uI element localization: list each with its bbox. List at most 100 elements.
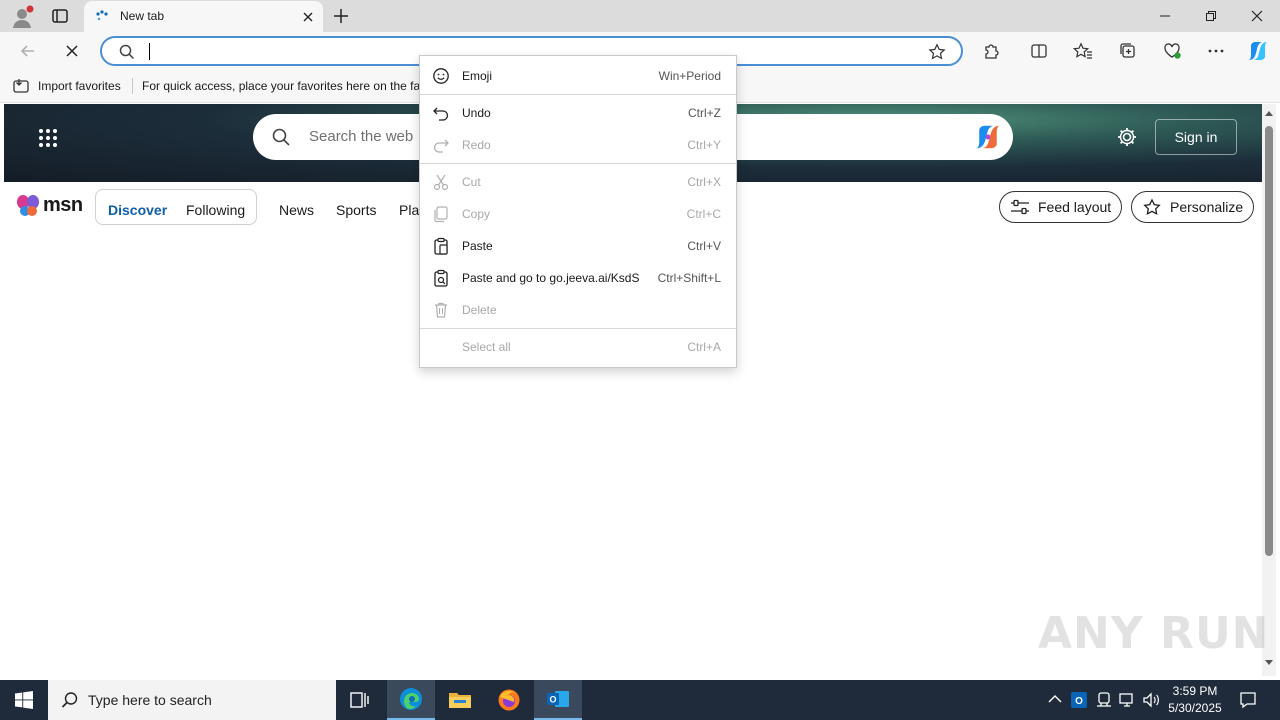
outlook-icon: O: [547, 691, 569, 707]
volume-icon[interactable]: [1142, 692, 1160, 708]
menu-label-delete: Delete: [462, 303, 497, 317]
favorites-icon[interactable]: [1067, 35, 1099, 67]
paste-and-go-icon: [434, 269, 448, 287]
undo-icon: [433, 107, 449, 121]
close-window-button[interactable]: [1234, 0, 1280, 32]
taskbar-outlook[interactable]: O: [534, 680, 582, 720]
svg-text:O: O: [1075, 696, 1083, 707]
taskbar-search-box[interactable]: Type here to search: [48, 680, 336, 720]
stop-loading-button[interactable]: [56, 35, 88, 67]
sign-in-button[interactable]: Sign in: [1155, 119, 1237, 155]
clock-date: 5/30/2025: [1168, 701, 1222, 715]
menu-shortcut-cut: Ctrl+X: [687, 175, 721, 189]
favorites-divider: [132, 78, 133, 94]
windows-logo-icon: [15, 691, 33, 709]
anyrun-watermark: ANY RUN: [1038, 608, 1270, 659]
personalize-button[interactable]: Personalize: [1131, 191, 1255, 223]
menu-shortcut-redo: Ctrl+Y: [687, 138, 721, 152]
tab-following[interactable]: Following: [186, 202, 245, 218]
msn-butterfly-icon: [17, 195, 39, 216]
nav-sports[interactable]: Sports: [336, 202, 376, 218]
scroll-down-arrow-icon[interactable]: [1265, 660, 1273, 666]
scrollbar-thumb[interactable]: [1265, 126, 1273, 556]
menu-item-copy: Copy Ctrl+C: [420, 198, 736, 230]
more-menu-icon[interactable]: [1200, 35, 1232, 67]
show-hidden-icons-chevron-icon[interactable]: [1048, 694, 1062, 704]
text-caret: [149, 43, 150, 60]
menu-shortcut-copy: Ctrl+C: [686, 207, 721, 221]
menu-item-paste-and-go[interactable]: Paste and go to go.jeeva.ai/KsdS Ctrl+Sh…: [420, 262, 736, 294]
taskbar-firefox[interactable]: [485, 680, 533, 720]
menu-item-redo: Redo Ctrl+Y: [420, 129, 736, 161]
msn-logo[interactable]: msn: [16, 192, 96, 222]
sparkle-star-icon: [1143, 198, 1161, 215]
notifications-icon[interactable]: [1239, 691, 1257, 709]
menu-label-select-all: Select all: [462, 340, 511, 354]
menu-label-paste-and-go: Paste and go to go.jeeva.ai/KsdS: [462, 271, 640, 285]
taskbar-clock[interactable]: 3:59 PM 5/30/2025: [1163, 683, 1227, 717]
back-button[interactable]: [12, 35, 44, 67]
page-scrollbar[interactable]: [1262, 104, 1276, 676]
restore-button[interactable]: [1188, 0, 1234, 32]
favorite-star-icon[interactable]: [928, 43, 946, 61]
menu-label-undo: Undo: [462, 106, 491, 120]
taskbar-edge[interactable]: [387, 680, 435, 720]
tab-discover[interactable]: Discover: [108, 202, 167, 218]
import-favorites-icon[interactable]: [13, 78, 31, 94]
windows-taskbar: Type here to search O O 3:59 PM 5/30/202…: [0, 680, 1280, 720]
outlook-tray-icon[interactable]: O: [1071, 692, 1087, 708]
scroll-up-arrow-icon[interactable]: [1265, 110, 1273, 116]
extensions-icon[interactable]: [975, 35, 1007, 67]
menu-item-select-all: Select all Ctrl+A: [420, 331, 736, 363]
folder-icon: [449, 693, 471, 708]
close-tab-icon[interactable]: [300, 9, 316, 25]
taskbar-search-placeholder: Type here to search: [88, 692, 212, 708]
minimize-button[interactable]: [1142, 0, 1188, 32]
settings-gear-icon[interactable]: [1116, 126, 1138, 148]
start-button[interactable]: [0, 680, 48, 720]
favorites-hint: For quick access, place your favorites h…: [142, 79, 427, 93]
collections-icon[interactable]: [1112, 35, 1144, 67]
menu-label-copy: Copy: [462, 207, 491, 221]
network-icon[interactable]: [1119, 692, 1135, 708]
paste-icon: [434, 237, 448, 255]
taskbar-file-explorer[interactable]: [436, 680, 484, 720]
edge-icon: [400, 688, 422, 710]
loading-tab-icon: [94, 9, 110, 25]
clock-time: 3:59 PM: [1172, 684, 1218, 698]
device-tray-icon[interactable]: [1096, 692, 1112, 708]
tab-actions-icon[interactable]: [50, 6, 70, 26]
menu-shortcut-emoji: Win+Period: [658, 69, 721, 83]
menu-item-cut: Cut Ctrl+X: [420, 166, 736, 198]
context-menu: Emoji Win+Period Undo Ctrl+Z Redo Ctrl+Y…: [419, 55, 737, 368]
msn-search-placeholder: Search the web: [309, 128, 414, 145]
profile-avatar-icon[interactable]: [10, 5, 34, 29]
taskbar-search-icon: [61, 692, 78, 708]
tab-new-tab[interactable]: New tab: [84, 1, 323, 32]
task-view-button[interactable]: [336, 680, 384, 720]
sliders-icon: [1011, 199, 1029, 215]
menu-shortcut-undo: Ctrl+Z: [688, 106, 721, 120]
feed-layout-label: Feed layout: [1038, 199, 1112, 215]
menu-label-paste: Paste: [462, 239, 493, 253]
menu-separator: [420, 328, 736, 329]
tab-strip: New tab: [0, 0, 1280, 32]
menu-item-emoji[interactable]: Emoji Win+Period: [420, 60, 736, 92]
menu-shortcut-paste: Ctrl+V: [687, 239, 721, 253]
browser-essentials-icon[interactable]: [1156, 35, 1188, 67]
copilot-icon[interactable]: [1242, 35, 1274, 67]
menu-item-paste[interactable]: Paste Ctrl+V: [420, 230, 736, 262]
menu-item-undo[interactable]: Undo Ctrl+Z: [420, 97, 736, 129]
feed-layout-button[interactable]: Feed layout: [999, 191, 1123, 223]
tab-title: New tab: [120, 9, 165, 23]
split-screen-icon[interactable]: [1023, 35, 1055, 67]
menu-shortcut-select-all: Ctrl+A: [687, 340, 721, 354]
copilot-search-icon[interactable]: [973, 122, 1003, 152]
import-favorites-link[interactable]: Import favorites: [38, 79, 121, 93]
firefox-icon: [498, 689, 520, 711]
nav-news[interactable]: News: [279, 202, 314, 218]
apps-grid-icon[interactable]: [38, 128, 58, 148]
cut-icon: [433, 174, 449, 191]
new-tab-button[interactable]: [331, 6, 351, 26]
msn-search-icon: [271, 127, 291, 147]
